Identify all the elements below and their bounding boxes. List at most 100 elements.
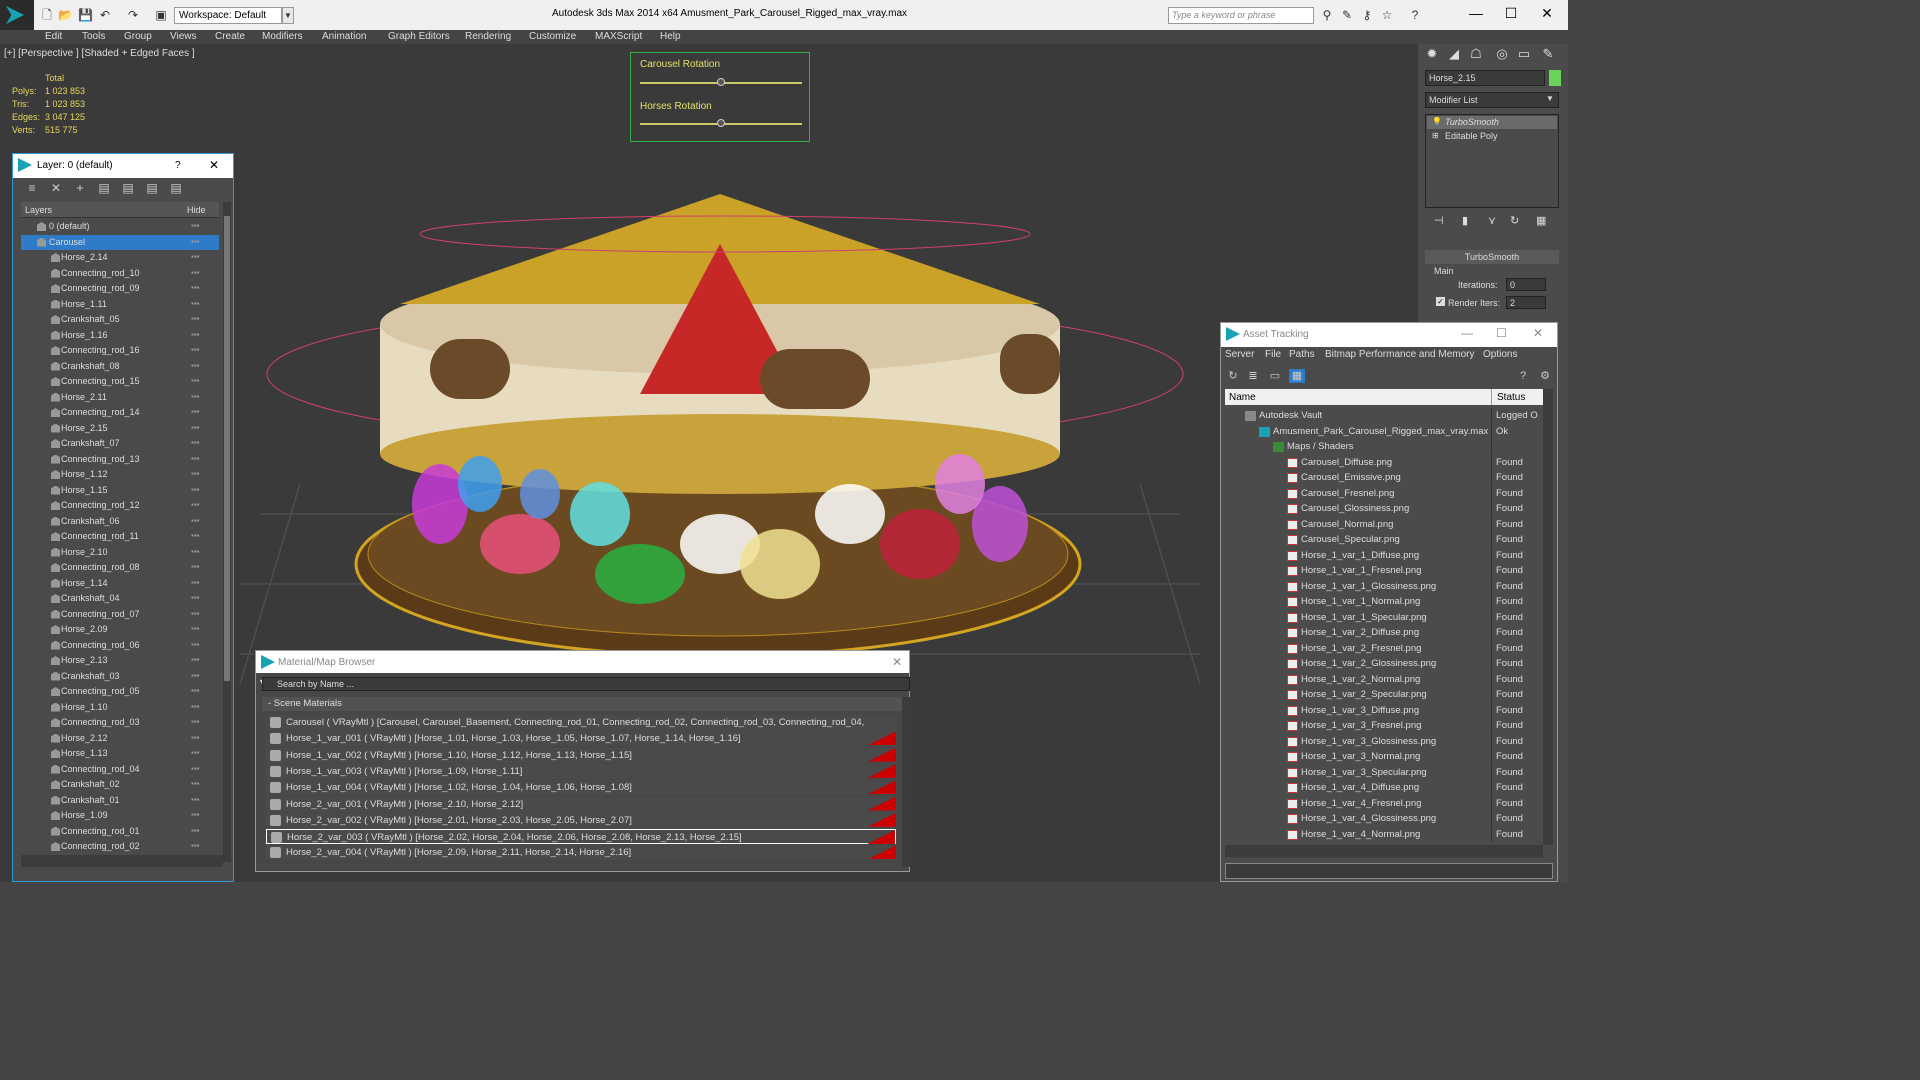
make-unique-icon[interactable]: ⋎ xyxy=(1488,214,1496,227)
expand-icon[interactable]: ⊞ xyxy=(1432,131,1439,140)
asset-row-map[interactable]: Carousel_Glossiness.png Found xyxy=(1225,501,1543,517)
layer-row[interactable]: Horse_1.10 ▪▪▪ xyxy=(21,700,219,715)
refresh-icon[interactable]: ↻ xyxy=(1225,369,1241,383)
layer-row[interactable]: Connecting_rod_16 ▪▪▪ xyxy=(21,343,219,358)
minimize-button[interactable]: — xyxy=(1462,4,1490,24)
key-icon[interactable]: ⚷ xyxy=(1360,8,1374,22)
hide-toggle[interactable]: ▪▪▪ xyxy=(191,314,200,323)
asset-row-map[interactable]: Horse_1_var_1_Specular.png Found xyxy=(1225,609,1543,626)
open-file-icon[interactable]: 📂 xyxy=(58,8,73,22)
hide-toggle[interactable]: ▪▪▪ xyxy=(191,438,200,447)
chevron-down-icon[interactable]: ▼ xyxy=(282,7,294,24)
asset-tracking-titlebar[interactable]: Asset Tracking — ☐ ✕ xyxy=(1221,323,1557,347)
close-icon[interactable]: ✕ xyxy=(1533,326,1543,340)
hide-toggle[interactable]: ▪▪▪ xyxy=(191,392,200,401)
material-row[interactable]: Horse_2_var_001 ( VRayMtl ) [Horse_2.10,… xyxy=(266,796,896,812)
layer-row[interactable]: Horse_2.15 ▪▪▪ xyxy=(21,421,219,436)
hide-toggle[interactable]: ▪▪▪ xyxy=(191,454,200,463)
layer-row[interactable]: Horse_2.11 ▪▪▪ xyxy=(21,390,219,405)
menu-views[interactable]: Views xyxy=(170,30,197,44)
layer-row[interactable]: Horse_2.12 ▪▪▪ xyxy=(21,731,219,746)
hide-all-icon[interactable]: ▤ xyxy=(145,181,159,195)
hide-toggle[interactable]: ▪▪▪ xyxy=(191,283,200,292)
hide-toggle[interactable]: ▪▪▪ xyxy=(191,407,200,416)
hide-toggle[interactable]: ▪▪▪ xyxy=(191,299,200,308)
stack-item-turbosmooth[interactable]: TurboSmooth xyxy=(1427,116,1557,129)
asset-row-map[interactable]: Carousel_Normal.png Found xyxy=(1225,516,1543,533)
app-logo-icon[interactable] xyxy=(0,0,34,30)
viewport-label[interactable]: [+] [Perspective ] [Shaded + Edged Faces… xyxy=(4,48,195,59)
maximize-button[interactable]: ☐ xyxy=(1497,4,1525,24)
asset-row-map[interactable]: Horse_1_var_3_Fresnel.png Found xyxy=(1225,718,1543,734)
menu-options[interactable]: Options xyxy=(1483,349,1517,360)
create-tab-icon[interactable]: ✹ xyxy=(1422,46,1442,64)
undo-icon[interactable]: ↶ xyxy=(98,8,112,22)
hide-toggle[interactable]: ▪▪▪ xyxy=(191,764,200,773)
redo-icon[interactable]: ↷ xyxy=(126,8,140,22)
motion-tab-icon[interactable]: ◎ xyxy=(1492,46,1512,64)
lightbulb-icon[interactable]: 💡 xyxy=(1432,117,1442,126)
menu-edit[interactable]: Edit xyxy=(45,30,62,44)
material-row[interactable]: Horse_1_var_004 ( VRayMtl ) [Horse_1.02,… xyxy=(266,780,896,796)
material-row[interactable]: Horse_2_var_003 ( VRayMtl ) [Horse_2.02,… xyxy=(266,829,896,845)
layer-row[interactable]: Connecting_rod_15 ▪▪▪ xyxy=(21,374,219,389)
hide-toggle[interactable]: ▪▪▪ xyxy=(191,361,200,370)
pin-stack-icon[interactable]: ⊣ xyxy=(1434,214,1444,227)
carousel-rotation-knob[interactable] xyxy=(717,78,725,86)
asset-row-map[interactable]: Horse_1_var_2_Diffuse.png Found xyxy=(1225,625,1543,641)
layer-row[interactable]: Crankshaft_05 ▪▪▪ xyxy=(21,312,219,327)
hide-toggle[interactable]: ▪▪▪ xyxy=(191,686,200,695)
asset-vertical-scrollbar[interactable] xyxy=(1543,389,1553,845)
material-row[interactable]: Horse_1_var_003 ( VRayMtl ) [Horse_1.09,… xyxy=(266,763,896,779)
layer-new-icon[interactable]: ≡ xyxy=(25,181,39,195)
layer-row[interactable]: Horse_1.13 ▪▪▪ xyxy=(21,746,219,761)
layer-row[interactable]: Connecting_rod_01 ▪▪▪ xyxy=(21,824,219,839)
asset-row-map[interactable]: Carousel_Diffuse.png Found xyxy=(1225,454,1543,471)
layer-row[interactable]: Connecting_rod_12 ▪▪▪ xyxy=(21,498,219,513)
layer-row[interactable]: Horse_2.14 ▪▪▪ xyxy=(21,250,219,265)
material-row[interactable]: Horse_2_var_004 ( VRayMtl ) [Horse_2.09,… xyxy=(266,845,896,861)
asset-row-map[interactable]: Horse_1_var_2_Specular.png Found xyxy=(1225,687,1543,703)
layer-row[interactable]: Connecting_rod_05 ▪▪▪ xyxy=(21,684,219,699)
hide-toggle[interactable]: ▪▪▪ xyxy=(191,469,200,478)
hide-toggle[interactable]: ▪▪▪ xyxy=(191,252,200,261)
menu-customize[interactable]: Customize xyxy=(529,30,576,44)
col-status[interactable]: Status xyxy=(1497,392,1525,403)
hide-toggle[interactable]: ▪▪▪ xyxy=(191,345,200,354)
asset-row-map[interactable]: Horse_1_var_4_Normal.png Found xyxy=(1225,826,1543,843)
show-end-result-icon[interactable]: ▮ xyxy=(1462,214,1468,227)
asset-row-map[interactable]: Carousel_Specular.png Found xyxy=(1225,532,1543,548)
menu-paths[interactable]: Paths xyxy=(1289,349,1315,360)
layer-scroll-thumb[interactable] xyxy=(224,216,230,681)
render-iters-checkbox[interactable]: ✓ xyxy=(1436,297,1445,306)
layer-row[interactable]: Crankshaft_06 ▪▪▪ xyxy=(21,514,219,529)
help-icon[interactable]: ? xyxy=(1408,8,1422,22)
thumbnail-view-icon[interactable]: ▭ xyxy=(1267,369,1283,383)
layer-row[interactable]: Horse_1.11 ▪▪▪ xyxy=(21,297,219,312)
menu-graph-editors[interactable]: Graph Editors xyxy=(388,30,450,44)
asset-row-map[interactable]: Horse_1_var_4_Diffuse.png Found xyxy=(1225,780,1543,796)
material-row[interactable]: Carousel ( VRayMtl ) [Carousel, Carousel… xyxy=(266,715,896,730)
layer-row[interactable]: Connecting_rod_03 ▪▪▪ xyxy=(21,715,219,730)
layer-row[interactable]: Horse_1.09 ▪▪▪ xyxy=(21,808,219,823)
stack-item-editable-poly[interactable]: Editable Poly xyxy=(1427,130,1557,143)
menu-maxscript[interactable]: MAXScript xyxy=(595,30,642,44)
layer-row[interactable]: Horse_2.09 ▪▪▪ xyxy=(21,622,219,637)
hide-toggle[interactable]: ▪▪▪ xyxy=(191,841,200,850)
table-view-icon[interactable]: ▦ xyxy=(1289,369,1305,383)
project-folder-icon[interactable]: ▣ xyxy=(154,8,168,22)
layer-row[interactable]: Connecting_rod_04 ▪▪▪ xyxy=(21,762,219,777)
col-hide[interactable]: Hide xyxy=(187,205,206,215)
binoculars-icon[interactable]: ⚲ xyxy=(1320,8,1334,22)
asset-row-map[interactable]: Horse_1_var_3_Glossiness.png Found xyxy=(1225,733,1543,750)
layer-row[interactable]: 0 (default) ▪▪▪ xyxy=(21,219,219,234)
layer-row[interactable]: Crankshaft_04 ▪▪▪ xyxy=(21,591,219,606)
asset-row-map[interactable]: Horse_1_var_2_Normal.png Found xyxy=(1225,671,1543,688)
hide-toggle[interactable]: ▪▪▪ xyxy=(191,237,200,246)
menu-rendering[interactable]: Rendering xyxy=(465,30,511,44)
hide-toggle[interactable]: ▪▪▪ xyxy=(191,702,200,711)
turbosmooth-rollout-header[interactable]: TurboSmooth xyxy=(1425,250,1559,264)
search-input[interactable]: Type a keyword or phrase xyxy=(1168,7,1314,24)
asset-row-map[interactable]: Horse_1_var_4_Glossiness.png Found xyxy=(1225,811,1543,827)
material-search-input[interactable]: Search by Name ... xyxy=(262,677,910,691)
